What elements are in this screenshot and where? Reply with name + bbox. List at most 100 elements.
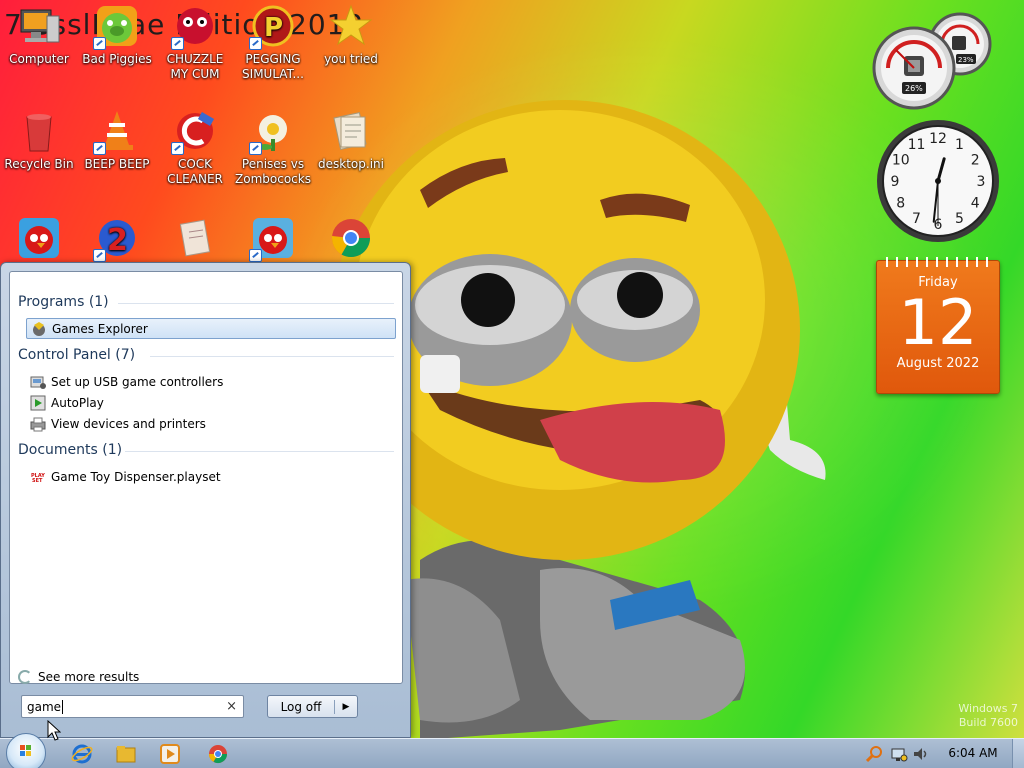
result-game-toy-dispenser[interactable]: PLAY SET Game Toy Dispenser.playset: [26, 466, 396, 487]
clock-numeral: 11: [908, 137, 926, 153]
clock-numeral: 9: [891, 174, 900, 190]
result-devices-and-printers[interactable]: View devices and printers: [26, 413, 396, 434]
autoplay-icon: [30, 395, 46, 411]
ccleaner-icon: [171, 109, 217, 155]
desktop-icon-cock-cleaner[interactable]: COCK CLEANER: [156, 105, 234, 187]
calendar-month: August 2022: [896, 356, 980, 371]
see-more-results-link[interactable]: See more results: [18, 670, 139, 684]
desktop-icon-pegging[interactable]: P PEGGING SIMULAT...: [234, 0, 312, 82]
watermark-line-1: Windows 7: [958, 702, 1018, 715]
cpu-meter-gadget[interactable]: 23% 26%: [872, 6, 1002, 116]
desktop-icon-label: Bad Piggies: [82, 52, 152, 66]
result-autoplay[interactable]: AutoPlay: [26, 392, 396, 413]
search-icon: [18, 670, 32, 684]
group-header-programs[interactable]: Programs (1): [18, 294, 109, 310]
group-header-control-panel[interactable]: Control Panel (7): [18, 347, 135, 363]
clock-gadget[interactable]: 12 1 2 3 4 5 6 7 8 9 10 11: [874, 118, 1002, 244]
clock-numeral: 7: [912, 211, 921, 227]
result-label: Set up USB game controllers: [51, 374, 224, 389]
ini-file-icon: [329, 109, 373, 153]
desktop-icon-document[interactable]: [156, 212, 234, 264]
result-usb-game-controllers[interactable]: Set up USB game controllers: [26, 371, 396, 392]
clock-numeral: 3: [977, 174, 986, 190]
printer-icon: [30, 416, 46, 432]
media-player-icon: [160, 744, 180, 764]
tray-search-icon[interactable]: [865, 745, 884, 763]
desktop-icon-label: PEGGING SIMULAT...: [242, 52, 304, 81]
log-off-label: Log off: [268, 699, 335, 714]
desktop-icon-bad-piggies[interactable]: Bad Piggies: [78, 0, 156, 67]
desktop-icon-label: you tried: [324, 52, 378, 66]
clear-search-icon[interactable]: ×: [226, 699, 237, 714]
star-icon: [329, 4, 373, 48]
group-header-documents[interactable]: Documents (1): [18, 442, 122, 458]
angry-birds-icon: [17, 216, 61, 260]
chuzzle-icon: [171, 4, 217, 50]
vlc-cone-icon: [93, 109, 139, 155]
desktop-icon-penises-vs-zombococks[interactable]: Penises vs Zombococks: [234, 105, 312, 187]
clock-numeral: 2: [971, 153, 980, 169]
text-caret: [62, 699, 64, 714]
clock-numeral: 10: [892, 153, 910, 169]
desktop-icon-number-two[interactable]: 2: [78, 212, 156, 264]
taskbar-media-player[interactable]: [150, 742, 190, 766]
mouse-cursor-icon: [47, 720, 61, 741]
start-search-input[interactable]: game ×: [21, 695, 244, 718]
taskbar-chrome[interactable]: [198, 742, 238, 766]
start-menu: Programs (1) Games Explorer Control Pane…: [0, 262, 411, 738]
search-input-value: game: [27, 699, 62, 714]
desktop-icon-beep-beep[interactable]: BEEP BEEP: [78, 105, 156, 172]
svg-text:SET: SET: [32, 478, 43, 484]
taskbar-clock[interactable]: 6:04 AM: [940, 746, 1006, 760]
memory-percent: 23%: [958, 56, 974, 64]
calendar-gadget[interactable]: Friday 12 August 2022: [876, 257, 1000, 394]
internet-explorer-icon: [71, 744, 93, 764]
show-desktop-button[interactable]: [1012, 739, 1024, 768]
computer-icon: [17, 4, 61, 48]
desktop-icon-label: Recycle Bin: [4, 157, 74, 171]
number-two-icon: 2: [93, 216, 139, 262]
chrome-icon: [329, 216, 373, 260]
watermark-line-2: Build 7600: [958, 716, 1018, 729]
desktop-icon-label: COCK CLEANER: [167, 157, 223, 186]
search-results-pane: Programs (1) Games Explorer Control Pane…: [9, 271, 403, 684]
result-label: Games Explorer: [52, 321, 148, 336]
desktop-icon-desktop-ini[interactable]: desktop.ini: [312, 105, 390, 172]
plants-vs-zombies-icon: [249, 109, 295, 155]
result-label: Game Toy Dispenser.playset: [51, 469, 221, 484]
desktop-icon-angry-birds-2[interactable]: [234, 212, 312, 264]
tray-network-icon[interactable]: [890, 745, 908, 763]
taskbar: 6:04 AM: [0, 733, 1024, 768]
windows-logo-icon: [20, 745, 31, 756]
desktop-icon-chrome[interactable]: [312, 212, 390, 264]
games-explorer-icon: [31, 321, 47, 337]
tray-volume-icon[interactable]: [912, 745, 930, 763]
shutdown-options-arrow-icon[interactable]: ▶: [335, 702, 357, 712]
svg-text:2: 2: [107, 223, 128, 258]
clock-numeral: 4: [971, 196, 980, 212]
desktop-icon-angry-birds-1[interactable]: [0, 212, 78, 264]
bad-piggies-icon: [93, 4, 139, 50]
desktop-icon-recycle-bin[interactable]: Recycle Bin: [0, 105, 78, 172]
group-divider: [150, 356, 394, 357]
taskbar-internet-explorer[interactable]: [62, 742, 102, 766]
desktop-icon-computer[interactable]: Computer: [0, 0, 78, 67]
result-games-explorer[interactable]: Games Explorer: [26, 318, 396, 339]
document-icon: [173, 216, 217, 260]
desktop-icon-label: Penises vs Zombococks: [235, 157, 311, 186]
chrome-icon: [209, 745, 227, 764]
log-off-button[interactable]: Log off ▶: [267, 695, 358, 718]
clock-numeral: 12: [929, 131, 947, 147]
desktop-icon-you-tried[interactable]: you tried: [312, 0, 390, 67]
playset-file-icon: PLAY SET: [30, 469, 46, 485]
clock-numeral: 1: [955, 137, 964, 153]
svg-text:P: P: [264, 13, 283, 43]
result-label: AutoPlay: [51, 395, 104, 410]
desktop-icon-label: Computer: [9, 52, 69, 66]
start-button[interactable]: [6, 733, 46, 768]
pegging-icon: P: [249, 4, 295, 50]
group-divider: [118, 303, 394, 304]
desktop-icon-chuzzle[interactable]: CHUZZLE MY CUM: [156, 0, 234, 82]
explorer-folder-icon: [116, 746, 136, 763]
taskbar-windows-explorer[interactable]: [106, 742, 146, 766]
